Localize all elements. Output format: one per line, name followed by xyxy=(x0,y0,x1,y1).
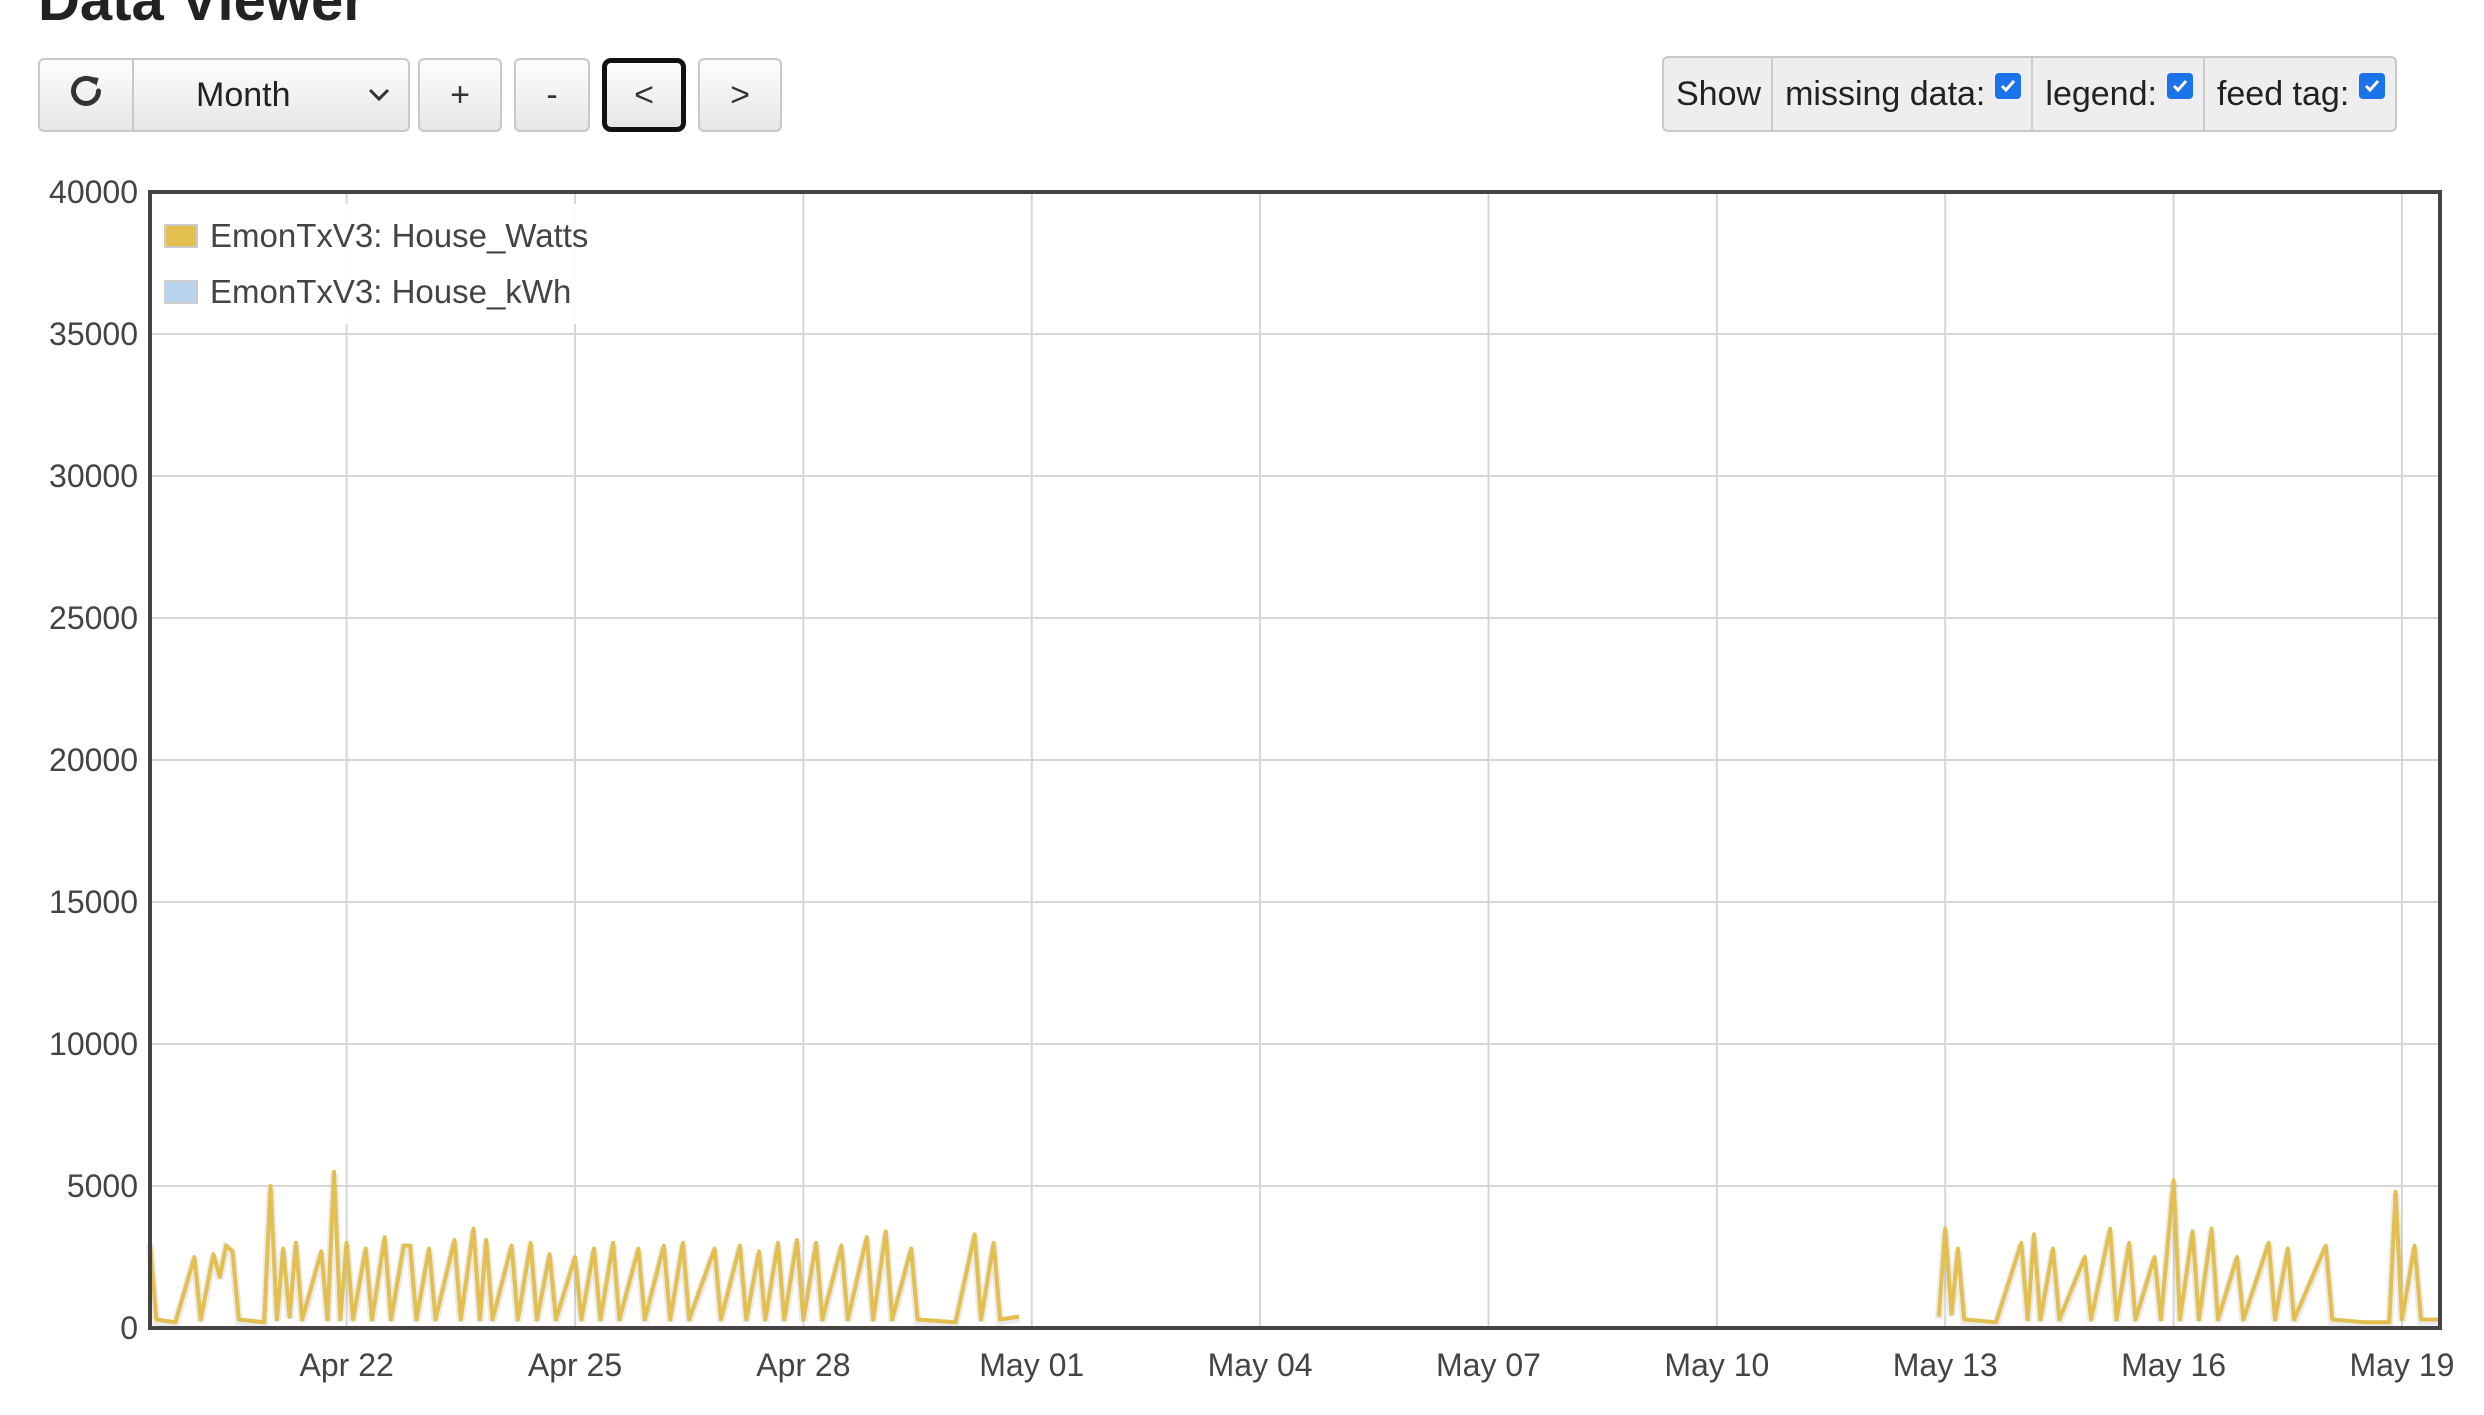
chart-legend: EmonTxV3: House_Watts EmonTxV3: House_kW… xyxy=(160,204,597,324)
legend-checkbox[interactable] xyxy=(2166,73,2193,99)
y-tick-label: 35000 xyxy=(49,316,138,352)
chevron-down-icon xyxy=(366,76,392,125)
legend-option[interactable]: legend: xyxy=(2031,58,2203,130)
show-label: Show xyxy=(1676,74,1762,113)
x-tick-label: Apr 25 xyxy=(528,1347,622,1383)
y-tick-label: 0 xyxy=(120,1310,138,1346)
legend-entry-house-kwh: EmonTxV3: House_kWh xyxy=(164,264,588,320)
display-options: Show missing data: legend: feed tag: xyxy=(1662,56,2398,132)
y-tick-label: 5000 xyxy=(67,1168,138,1204)
legend-entry-house-watts: EmonTxV3: House_Watts xyxy=(164,208,588,264)
y-tick-label: 25000 xyxy=(49,600,138,636)
x-tick-label: May 01 xyxy=(979,1347,1084,1383)
time-range-value: Month xyxy=(196,75,291,114)
legend-label: EmonTxV3: House_kWh xyxy=(210,273,572,310)
series-house-watts-line xyxy=(1936,1178,2440,1325)
legend-swatch xyxy=(164,224,198,248)
page-title: Data Viewer xyxy=(38,0,366,33)
refresh-icon xyxy=(66,71,106,120)
x-tick-label: Apr 22 xyxy=(300,1347,394,1383)
feed-tag-option[interactable]: feed tag: xyxy=(2202,58,2395,130)
x-tick-label: May 10 xyxy=(1664,1347,1769,1383)
next-button[interactable]: > xyxy=(698,58,782,132)
chart-area[interactable]: 0 5000 10000 15000 20000 25000 30000 35000 40000… xyxy=(0,170,2484,1410)
line-chart[interactable]: 0 5000 10000 15000 20000 25000 30000 35000 40000… xyxy=(0,170,2484,1410)
y-tick-label: 15000 xyxy=(49,884,138,920)
feed-tag-label: feed tag: xyxy=(2216,74,2350,113)
refresh-button[interactable] xyxy=(38,58,134,132)
missing-data-label: missing data: xyxy=(1785,74,1986,113)
x-tick-label: Apr 28 xyxy=(756,1347,850,1383)
missing-data-checkbox[interactable] xyxy=(1995,73,2022,99)
y-tick-label: 40000 xyxy=(49,174,138,210)
y-tick-label: 20000 xyxy=(49,742,138,778)
x-tick-label: May 04 xyxy=(1208,1347,1313,1383)
legend-label: legend: xyxy=(2045,74,2157,113)
zoom-out-button[interactable]: - xyxy=(514,58,590,132)
x-tick-label: May 16 xyxy=(2121,1347,2226,1383)
legend-label: EmonTxV3: House_Watts xyxy=(210,217,589,254)
zoom-in-button[interactable]: + xyxy=(418,58,502,132)
y-tick-label: 30000 xyxy=(49,458,138,494)
legend-swatch xyxy=(164,280,198,304)
x-tick-label: May 13 xyxy=(1893,1347,1998,1383)
x-tick-label: May 19 xyxy=(2349,1347,2454,1383)
previous-button[interactable]: < xyxy=(602,58,686,132)
x-tick-label: May 07 xyxy=(1436,1347,1541,1383)
y-tick-label: 10000 xyxy=(49,1026,138,1062)
missing-data-option[interactable]: missing data: xyxy=(1771,58,2031,130)
feed-tag-checkbox[interactable] xyxy=(2359,73,2386,99)
time-range-select[interactable]: Month xyxy=(132,58,410,132)
